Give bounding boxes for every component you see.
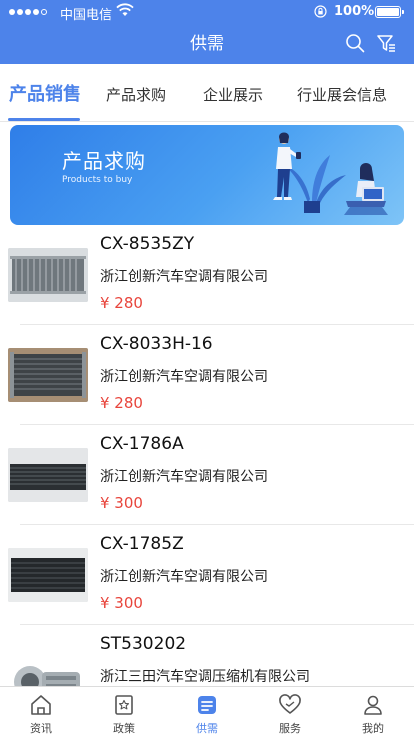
tab-product-sales[interactable]: 产品销售 <box>9 64 81 122</box>
filter-icon[interactable] <box>376 33 396 53</box>
banner-illustration <box>273 132 388 215</box>
supply-demand-icon <box>198 696 216 714</box>
tabbar-label: 我的 <box>362 722 384 735</box>
wifi-icon <box>116 3 134 16</box>
promo-banner[interactable]: 产品求购 Products to buy <box>10 125 404 225</box>
product-company: 浙江创新汽车空调有限公司 <box>100 569 268 585</box>
tabbar-item-policy[interactable]: 政策 <box>83 687 165 736</box>
product-item[interactable]: CX-1786A 浙江创新汽车空调有限公司 ¥ 300 <box>0 428 414 528</box>
product-price: ¥ 280 <box>100 394 143 412</box>
product-price: ¥ 300 <box>100 494 143 512</box>
tabbar-label: 资讯 <box>30 722 52 735</box>
tab-product-purchase[interactable]: 产品求购 <box>106 64 166 122</box>
product-model: CX-8535ZY <box>100 234 195 254</box>
rotation-lock-icon <box>314 5 327 18</box>
product-price: ¥ 280 <box>100 294 143 312</box>
policy-icon <box>115 695 133 715</box>
product-model: CX-1785Z <box>100 534 184 554</box>
tabbar-item-service[interactable]: 服务 <box>249 687 331 736</box>
banner-title: 产品求购 <box>62 149 146 173</box>
product-company: 浙江创新汽车空调有限公司 <box>100 369 268 385</box>
home-icon <box>31 695 51 715</box>
tabbar-item-supply-demand[interactable]: 供需 <box>166 687 248 736</box>
bottom-tab-bar: 资讯 政策 供需 服务 我的 <box>0 686 414 736</box>
tabbar-item-news[interactable]: 资讯 <box>0 687 82 736</box>
product-thumbnail <box>8 548 88 602</box>
battery-percentage: 100% <box>334 4 375 19</box>
divider <box>20 524 414 525</box>
status-bar: 中国电信 100% <box>0 0 414 24</box>
product-model: CX-8033H-16 <box>100 334 213 354</box>
product-item[interactable]: CX-8033H-16 浙江创新汽车空调有限公司 ¥ 280 <box>0 328 414 428</box>
product-item[interactable]: CX-1785Z 浙江创新汽车空调有限公司 ¥ 300 <box>0 528 414 628</box>
product-model: CX-1786A <box>100 434 184 454</box>
category-tabs: 产品销售 产品求购 企业展示 行业展会信息 <box>0 64 414 122</box>
carrier-name: 中国电信 <box>60 8 113 23</box>
battery-cap <box>402 10 404 14</box>
signal-icon <box>9 9 47 15</box>
tabbar-item-mine[interactable]: 我的 <box>332 687 414 736</box>
top-bar: 中国电信 100% 供需 <box>0 0 414 64</box>
product-item[interactable]: CX-8535ZY 浙江创新汽车空调有限公司 ¥ 280 <box>0 228 414 328</box>
tabbar-label: 服务 <box>279 722 301 735</box>
product-company: 浙江创新汽车空调有限公司 <box>100 269 268 285</box>
divider <box>20 424 414 425</box>
tabbar-label: 供需 <box>196 722 218 735</box>
battery-icon <box>375 6 401 18</box>
active-tab-indicator <box>8 118 80 121</box>
tab-exhibition-info[interactable]: 行业展会信息 <box>297 64 387 122</box>
product-thumbnail <box>8 248 88 302</box>
product-company: 浙江三田汽车空调压缩机有限公司 <box>100 669 310 685</box>
product-thumbnail <box>8 448 88 502</box>
product-thumbnail <box>8 348 88 402</box>
product-price: ¥ 300 <box>100 594 143 612</box>
divider <box>20 624 414 625</box>
divider <box>20 324 414 325</box>
tab-company-showcase[interactable]: 企业展示 <box>203 64 263 122</box>
product-model: ST530202 <box>100 634 187 654</box>
heart-icon <box>279 694 301 714</box>
tabbar-label: 政策 <box>113 722 135 735</box>
product-company: 浙江创新汽车空调有限公司 <box>100 469 268 485</box>
user-icon <box>364 695 382 715</box>
search-icon[interactable] <box>345 33 365 53</box>
banner-subtitle: Products to buy <box>62 175 133 185</box>
